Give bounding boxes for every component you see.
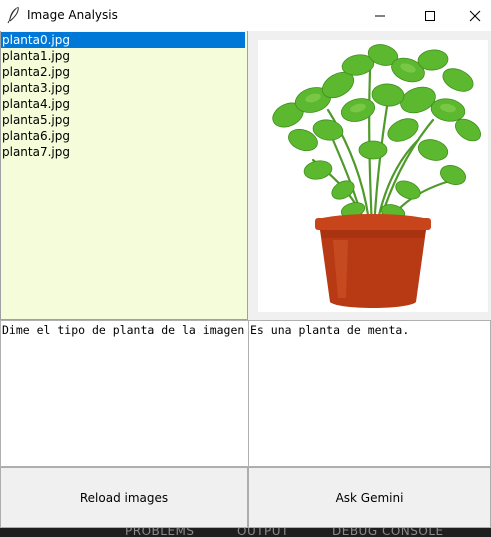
- list-item[interactable]: planta4.jpg: [1, 96, 247, 112]
- close-icon: [469, 10, 480, 21]
- reload-images-button[interactable]: Reload images: [0, 467, 248, 528]
- minimize-button[interactable]: [357, 0, 402, 31]
- list-item[interactable]: planta1.jpg: [1, 48, 247, 64]
- image-analysis-window: Image Analysis planta0.jpg planta1.jpg p…: [0, 0, 491, 528]
- maximize-icon: [424, 10, 435, 21]
- list-item[interactable]: planta0.jpg: [1, 32, 245, 48]
- plant-image: [258, 40, 488, 312]
- list-item[interactable]: planta3.jpg: [1, 80, 247, 96]
- background-panel-tabs: PROBLEMS OUTPUT DEBUG CONSOLE: [0, 528, 491, 537]
- window-title: Image Analysis: [27, 8, 118, 22]
- list-item[interactable]: planta6.jpg: [1, 128, 247, 144]
- answer-textarea[interactable]: Es una planta de menta.: [248, 320, 491, 467]
- title-bar[interactable]: Image Analysis: [0, 0, 491, 31]
- ask-gemini-button[interactable]: Ask Gemini: [248, 467, 491, 528]
- tab-debug-console[interactable]: DEBUG CONSOLE: [332, 528, 444, 537]
- tab-output[interactable]: OUTPUT: [237, 528, 289, 537]
- maximize-button[interactable]: [407, 0, 452, 31]
- minimize-icon: [374, 15, 385, 16]
- list-item[interactable]: planta5.jpg: [1, 112, 247, 128]
- list-item[interactable]: planta7.jpg: [1, 144, 247, 160]
- list-item[interactable]: planta2.jpg: [1, 64, 247, 80]
- close-button[interactable]: [452, 0, 491, 31]
- image-preview-panel: [249, 31, 491, 320]
- tab-problems[interactable]: PROBLEMS: [125, 528, 195, 537]
- question-textarea[interactable]: Dime el tipo de planta de la imagen: [0, 320, 249, 467]
- feather-icon: [7, 6, 21, 24]
- image-listbox[interactable]: planta0.jpg planta1.jpg planta2.jpg plan…: [0, 31, 248, 320]
